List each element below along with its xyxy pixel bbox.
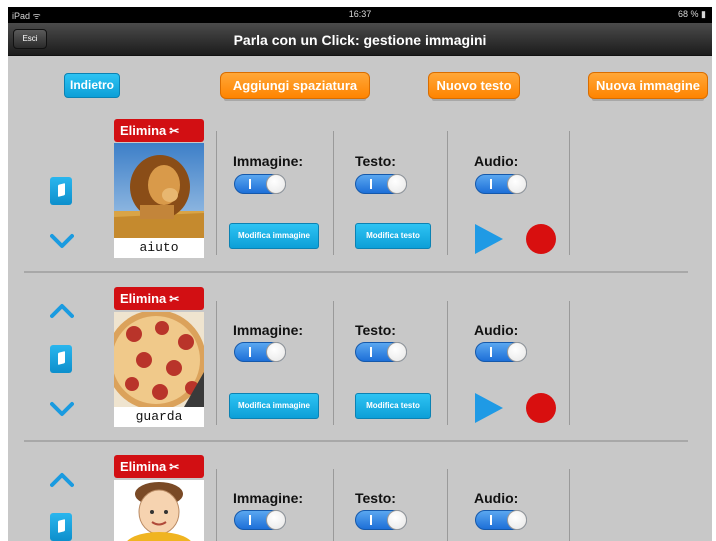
image-caption: guarda [114,407,204,427]
edit-image-button[interactable]: Modifica immagine [229,223,319,249]
move-up-icon[interactable] [50,472,74,488]
duplicate-icon[interactable] [50,345,72,373]
move-down-icon[interactable] [50,401,74,417]
audio-toggle[interactable] [475,510,527,530]
page-title: Parla con un Click: gestione immagini [233,32,487,48]
image-row: Elimina ✂ guarda Immagine: Testo: Audio: … [8,287,712,447]
divider [333,131,334,255]
delete-label: Elimina [120,459,167,474]
image-toggle[interactable] [234,510,286,530]
text-toggle[interactable] [355,174,407,194]
audio-toggle-label: Audio: [474,322,519,338]
row-separator [24,440,688,442]
divider [569,301,570,425]
play-icon[interactable] [475,393,503,423]
row-separator [24,271,688,273]
text-toggle[interactable] [355,342,407,362]
edit-image-button[interactable]: Modifica immagine [229,393,319,419]
row-image[interactable] [114,312,204,407]
app-screen: iPad ᯤ 16:37 68 % ▮ Esci Parla con un Cl… [8,7,712,541]
move-down-icon[interactable] [50,233,74,249]
divider [333,301,334,425]
delete-label: Elimina [120,123,167,138]
record-icon[interactable] [526,224,556,254]
divider [569,469,570,541]
scissors-icon: ✂ [169,292,180,306]
scissors-icon: ✂ [169,460,180,474]
child-image [114,480,204,541]
status-bar: iPad ᯤ 16:37 68 % ▮ [8,7,712,23]
image-toggle-label: Immagine: [233,322,304,338]
divider [216,469,217,541]
image-toggle[interactable] [234,174,286,194]
audio-toggle[interactable] [475,342,527,362]
row-image[interactable] [114,143,204,238]
divider [216,131,217,255]
text-toggle-label: Testo: [355,153,396,169]
divider [216,301,217,425]
battery-indicator: 68 % ▮ [678,9,706,19]
image-toggle-label: Immagine: [233,490,304,506]
divider [447,469,448,541]
divider [333,469,334,541]
text-toggle-label: Testo: [355,490,396,506]
text-toggle-label: Testo: [355,322,396,338]
delete-button[interactable]: Elimina ✂ [114,119,204,142]
record-icon[interactable] [526,393,556,423]
new-image-button[interactable]: Nuova immagine [588,72,708,99]
delete-label: Elimina [120,291,167,306]
lion-image [114,143,204,238]
audio-toggle-label: Audio: [474,153,519,169]
move-up-icon[interactable] [50,303,74,319]
play-icon[interactable] [475,224,503,254]
edit-text-button[interactable]: Modifica testo [355,223,431,249]
navigation-bar: Esci Parla con un Click: gestione immagi… [8,23,712,56]
row-image[interactable] [114,480,204,541]
pizza-image [114,312,204,407]
image-row: Elimina ✂ aiuto Immagine: Testo: Audio: M… [8,117,712,277]
edit-text-button[interactable]: Modifica testo [355,393,431,419]
text-toggle[interactable] [355,510,407,530]
delete-button[interactable]: Elimina ✂ [114,455,204,478]
add-spacing-button[interactable]: Aggiungi spaziatura [220,72,370,99]
duplicate-icon[interactable] [50,177,72,205]
image-caption: aiuto [114,238,204,258]
delete-button[interactable]: Elimina ✂ [114,287,204,310]
divider [569,131,570,255]
divider [447,301,448,425]
audio-toggle[interactable] [475,174,527,194]
image-toggle[interactable] [234,342,286,362]
divider [447,131,448,255]
image-toggle-label: Immagine: [233,153,304,169]
new-text-button[interactable]: Nuovo testo [428,72,520,99]
scissors-icon: ✂ [169,124,180,138]
back-button[interactable]: Indietro [64,73,120,98]
image-row: Elimina ✂ Immagine: Testo: Audio: [8,455,712,541]
duplicate-icon[interactable] [50,513,72,541]
audio-toggle-label: Audio: [474,490,519,506]
clock: 16:37 [348,9,372,19]
